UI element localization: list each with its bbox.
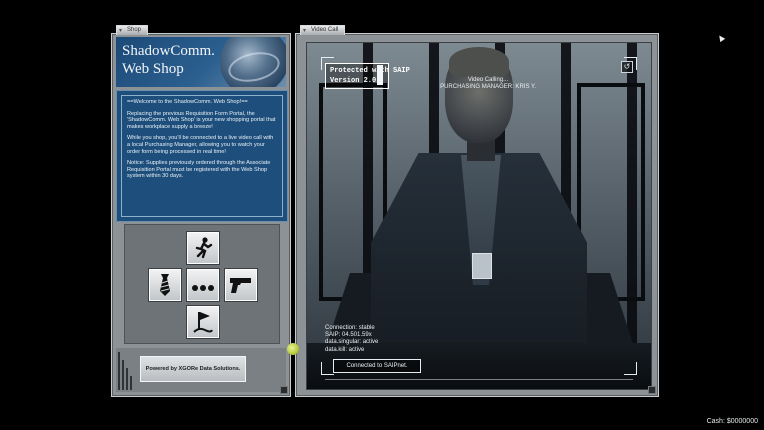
video-window-tab[interactable]: ▾ Video Call: [300, 25, 346, 35]
cash-readout: Cash: $0000000: [706, 418, 758, 425]
video-call-window: ▾ Video Call Protected with SAIP Version…: [295, 25, 659, 397]
protection-line-2: Version 2.0: [330, 77, 377, 85]
shop-title: ShadowComm. Web Shop: [122, 43, 215, 77]
shop-window-tab[interactable]: ▾ Shop: [116, 25, 149, 35]
window-frame-right: [577, 83, 645, 301]
figure-hair: [449, 47, 509, 77]
shop-window: ▾ Shop ShadowComm. Web Shop ==Welcome to…: [111, 25, 291, 397]
more-options-button[interactable]: [187, 269, 219, 301]
category-button-panel: [124, 224, 280, 344]
status-connection: Connection: stable: [325, 325, 375, 331]
resize-grip[interactable]: [280, 386, 288, 394]
shop-footer: Powered by XGORe Data Solutions.: [116, 348, 286, 392]
return-arrow-icon: ↺: [623, 62, 631, 71]
welcome-heading: ==Welcome to the ShadowComm. Web Shop!==: [127, 99, 248, 105]
welcome-paragraph-1: Replacing the previous Requisition Form …: [127, 110, 276, 130]
shop-header: ShadowComm. Web Shop: [116, 37, 286, 87]
welcome-panel: ==Welcome to the ShadowComm. Web Shop!==…: [116, 90, 288, 222]
pistol-button[interactable]: [225, 269, 257, 301]
video-tab-label: Video Call: [311, 27, 339, 33]
calling-line-1: Video Calling...: [467, 77, 509, 83]
window-tab-icon: ▾: [303, 28, 307, 34]
id-badge: [472, 253, 492, 279]
pistol-icon: [230, 278, 251, 293]
video-feed: Protected with SAIP Version 2.0 Video Ca…: [306, 42, 652, 390]
necktie-icon: [160, 274, 170, 296]
protection-line-1: Protected with SAIP: [330, 67, 410, 75]
return-button[interactable]: ↺: [621, 61, 633, 73]
text-cursor: [377, 65, 383, 85]
resize-grip[interactable]: [648, 386, 656, 394]
calling-status: Video Calling... PURCHASING MANAGER: KRI…: [421, 77, 555, 91]
welcome-text-box: ==Welcome to the ShadowComm. Web Shop!==…: [121, 95, 283, 217]
hud-bottom-line: [325, 379, 633, 380]
connected-label: Connected to SAIPnet.: [333, 359, 421, 373]
flag-button[interactable]: [187, 306, 219, 338]
mouse-pointer-icon: [716, 33, 726, 43]
hud-bracket-bottom-right: [624, 362, 637, 375]
status-saip: SAIP: 04.501.59x: [325, 332, 372, 339]
calling-line-2: PURCHASING MANAGER: KRIS Y.: [440, 84, 536, 90]
welcome-paragraph-3: Notice: Supplies previously ordered thro…: [127, 160, 271, 180]
shop-tab-label: Shop: [127, 27, 142, 33]
running-figure-icon: [195, 237, 213, 259]
connection-status: Connection: stable SAIP: 04.501.59x data…: [325, 325, 378, 354]
necktie-button[interactable]: [149, 269, 181, 301]
flag-icon: [193, 312, 213, 333]
window-tab-icon: ▾: [119, 28, 123, 34]
powered-by-label: Powered by XGORe Data Solutions.: [140, 356, 246, 382]
ellipsis-icon: [192, 285, 214, 291]
status-data-singular: data.singular: active: [325, 339, 379, 346]
status-data-kill: data.kill: active: [325, 346, 365, 353]
green-orb-icon: [287, 343, 299, 355]
running-figure-button[interactable]: [187, 232, 219, 264]
welcome-paragraph-2: While you shop, you'll be connected to a…: [127, 135, 274, 155]
signal-bars-icon: [118, 352, 134, 390]
